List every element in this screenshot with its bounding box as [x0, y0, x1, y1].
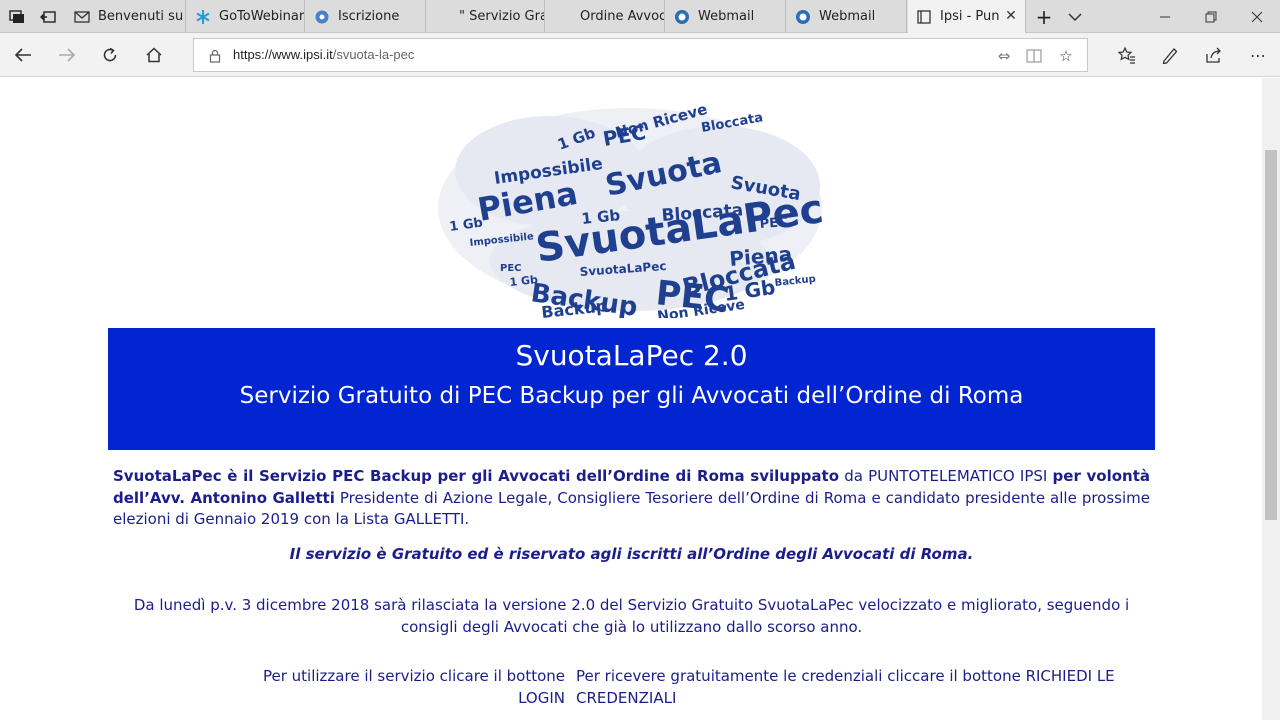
url-text[interactable]: https://www.ipsi.it/svuota-la-pec	[233, 47, 414, 62]
back-arrow-icon[interactable]	[11, 43, 35, 67]
page-icon	[916, 9, 932, 25]
intro-paragraph: SvuotaLaPec è il Servizio PEC Backup per…	[113, 466, 1150, 531]
webmail-icon	[674, 9, 690, 25]
new-tab-icon[interactable]: +	[1034, 5, 1054, 29]
page-title: SvuotaLaPec 2.0	[515, 339, 748, 372]
intro-plain-1: da PUNTOTELEMATICO IPSI	[839, 467, 1053, 485]
lock-icon[interactable]	[208, 48, 222, 63]
tab-preview-icon[interactable]: ⇔	[994, 46, 1014, 66]
free-service-notice: Il servizio è Gratuito ed è riservato ag…	[289, 545, 974, 563]
tab-label: Ordine Avvoc	[580, 9, 665, 24]
tab-ordine[interactable]: Ordine Avvoc	[546, 0, 665, 33]
more-menu-icon[interactable]: ⋯	[1246, 43, 1270, 67]
svg-text:PEC: PEC	[500, 263, 522, 274]
share-icon[interactable]	[1202, 43, 1226, 67]
tab-ipsi[interactable]: Ipsi - Pun ✕	[908, 0, 1026, 33]
login-instruction: Per utilizzare il servizio clicare il bo…	[262, 667, 565, 707]
gear-favicon-icon	[314, 9, 330, 25]
tab-gotowebinar[interactable]: GoToWebinar	[187, 0, 305, 33]
tab-label: Benvenuti su	[98, 9, 184, 24]
tab-benvenuti[interactable]: Benvenuti su	[66, 0, 186, 33]
chevron-down-icon[interactable]	[1065, 7, 1085, 27]
mail-icon	[74, 9, 90, 25]
minimize-icon[interactable]	[1142, 0, 1188, 33]
tab-servizio[interactable]: " Servizio Gra	[427, 0, 545, 33]
tab-label: Iscrizione	[338, 9, 400, 24]
scrollbar-thumb[interactable]	[1265, 150, 1277, 520]
tab-webmail-1[interactable]: Webmail	[666, 0, 786, 33]
set-aside-tabs-icon[interactable]	[38, 7, 58, 27]
page-subtitle: Servizio Gratuito di PEC Backup per gli …	[239, 383, 1024, 409]
url-host: https://www.ipsi.it	[233, 47, 333, 62]
address-bar[interactable]: https://www.ipsi.it/svuota-la-pec ⇔ ☆	[193, 38, 1088, 72]
restore-icon[interactable]	[1188, 0, 1234, 33]
page-content: 1 Gb PEC Non Riceve Bloccata Impossibile…	[0, 78, 1262, 720]
tab-label: Ipsi - Pun	[940, 9, 1000, 24]
webmail-icon	[795, 9, 811, 25]
tab-iscrizione[interactable]: Iscrizione	[306, 0, 426, 33]
credentials-instruction: Per ricevere gratuitamente le credenzial…	[576, 667, 1115, 707]
vertical-scrollbar[interactable]	[1262, 78, 1280, 720]
tab-label: Webmail	[819, 9, 876, 24]
intro-bold-1: SvuotaLaPec è il Servizio PEC Backup per…	[113, 467, 840, 485]
snowflake-icon	[195, 9, 211, 25]
refresh-icon[interactable]	[98, 43, 122, 67]
tab-webmail-2[interactable]: Webmail	[787, 0, 907, 33]
pen-notes-icon[interactable]	[1158, 43, 1182, 67]
home-icon[interactable]	[142, 43, 166, 67]
url-path: /svuota-la-pec	[332, 47, 415, 62]
close-tab-icon[interactable]: ✕	[1003, 8, 1019, 24]
tab-groups-icon[interactable]	[7, 7, 27, 27]
favorite-star-icon[interactable]: ☆	[1056, 46, 1076, 66]
reading-view-icon[interactable]	[1024, 46, 1044, 66]
svuotalapec-word-cloud-logo: 1 Gb PEC Non Riceve Bloccata Impossibile…	[438, 100, 826, 318]
navigation-bar: https://www.ipsi.it/svuota-la-pec ⇔ ☆ ⋯	[0, 33, 1280, 77]
title-banner: SvuotaLaPec 2.0 Servizio Gratuito di PEC…	[108, 328, 1155, 450]
forward-arrow-icon[interactable]	[55, 43, 79, 67]
tab-label: Webmail	[698, 9, 755, 24]
tab-label: " Servizio Gra	[459, 9, 545, 24]
browser-window: Benvenuti su GoToWebinar Iscrizione " Se…	[0, 0, 1280, 720]
close-window-icon[interactable]	[1234, 0, 1280, 33]
tab-bar: Benvenuti su GoToWebinar Iscrizione " Se…	[0, 0, 1280, 33]
tab-label: GoToWebinar	[219, 9, 305, 24]
favorites-hub-icon[interactable]	[1115, 43, 1139, 67]
release-announcement: Da lunedì p.v. 3 dicembre 2018 sarà rila…	[133, 596, 1130, 636]
